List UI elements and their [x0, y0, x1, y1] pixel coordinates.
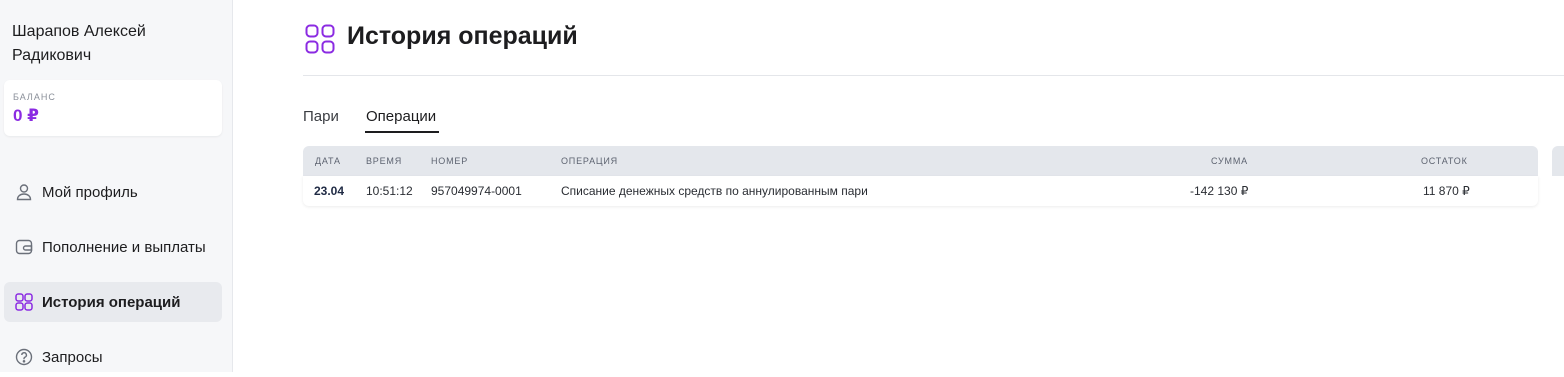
row-balance: 11 870 ₽ [1423, 184, 1470, 198]
main-content: История операций Пари Операции ДАТА ВРЕМ… [233, 0, 1564, 372]
sidebar: Шарапов Алексей Радикович БАЛАНС 0 ₽ Мой… [0, 0, 233, 372]
sidebar-item-label: Мой профиль [42, 183, 138, 201]
page-title: История операций [347, 22, 578, 50]
help-icon [14, 347, 34, 367]
row-time: 10:51:12 [366, 184, 413, 198]
column-header-balance[interactable]: ОСТАТОК [1421, 156, 1468, 166]
sidebar-item-profile[interactable]: Мой профиль [4, 172, 222, 212]
divider [303, 75, 1564, 76]
row-date: 23.04 [314, 184, 345, 198]
tab-operations[interactable]: Операции [366, 108, 436, 125]
grid-icon [305, 24, 335, 54]
column-header-date[interactable]: ДАТА [315, 156, 341, 166]
row-operation: Списание денежных средств по аннулирован… [561, 184, 868, 198]
column-header-number[interactable]: НОМЕР [431, 156, 468, 166]
table-header: ДАТА ВРЕМЯ НОМЕР ОПЕРАЦИЯ СУММА ОСТАТОК [303, 146, 1538, 176]
tab-bets[interactable]: Пари [303, 108, 339, 125]
column-header-operation[interactable]: ОПЕРАЦИЯ [561, 156, 618, 166]
balance-label: БАЛАНС [13, 92, 56, 102]
user-icon [14, 182, 34, 202]
table-row[interactable]: 23.04 10:51:12 957049974-0001 Списание д… [303, 176, 1538, 206]
operations-table: ДАТА ВРЕМЯ НОМЕР ОПЕРАЦИЯ СУММА ОСТАТОК … [303, 146, 1538, 206]
active-tab-indicator [365, 131, 439, 133]
sidebar-item-label: История операций [42, 293, 181, 311]
grid-icon [14, 292, 34, 312]
balance-card: БАЛАНС 0 ₽ [4, 80, 222, 136]
column-header-time[interactable]: ВРЕМЯ [366, 156, 402, 166]
wallet-icon [14, 237, 34, 257]
user-name: Шарапов Алексей Радикович [12, 23, 146, 64]
right-panel-edge [1552, 146, 1564, 176]
sidebar-item-payments[interactable]: Пополнение и выплаты [4, 227, 222, 267]
row-number: 957049974-0001 [431, 184, 522, 198]
sidebar-item-history[interactable]: История операций [4, 282, 222, 322]
sidebar-item-label: Пополнение и выплаты [42, 238, 206, 256]
balance-value: 0 ₽ [13, 106, 40, 125]
sidebar-item-requests[interactable]: Запросы [4, 337, 222, 377]
column-header-amount[interactable]: СУММА [1211, 156, 1248, 166]
sidebar-item-label: Запросы [42, 348, 103, 366]
row-amount: -142 130 ₽ [1190, 184, 1249, 198]
